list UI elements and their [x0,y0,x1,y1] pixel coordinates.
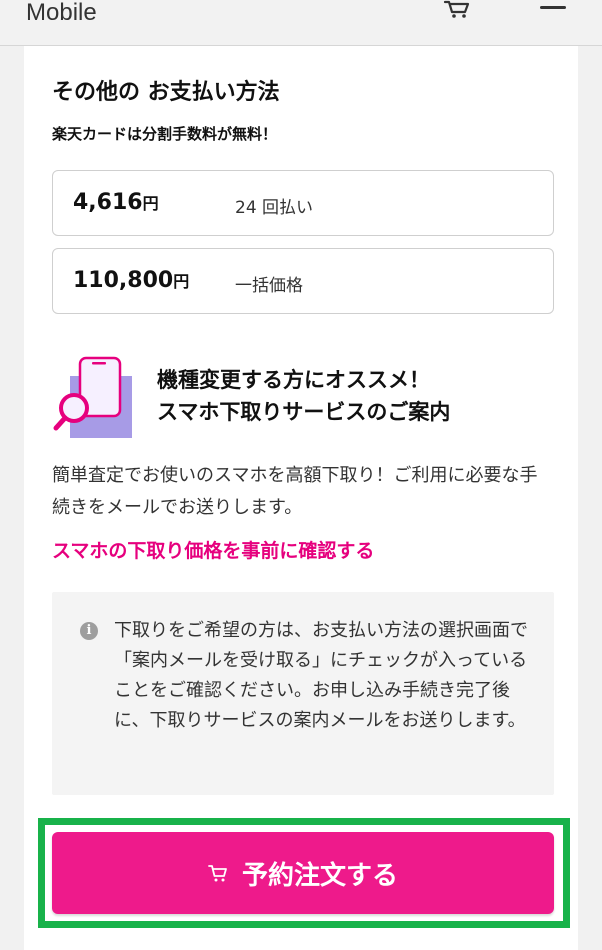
price-amount: 110,800円 [73,268,189,293]
trade-in-promo-title: 機種変更する方にオススメ！ スマホ下取りサービスのご案内 [157,364,450,428]
notice-text: 下取りをご希望の方は、お支払い方法の選択画面で「案内メールを受け取る」にチェック… [114,620,528,731]
trade-in-price-check-link[interactable]: スマホの下取り価格を事前に確認する [52,536,374,563]
lump-sum-price-option[interactable]: 110,800円 一括価格 [52,248,554,314]
price-label: 一括価格 [235,276,303,296]
phone-magnifier-illustration [53,356,132,438]
price-unit: 円 [142,194,159,213]
trade-in-notice-box: i 下取りをご希望の方は、お支払い方法の選択画面で「案内メールを受け取る」にチェ… [52,592,554,795]
promo-title-line: 機種変更する方にオススメ！ [157,368,430,392]
price-amount: 4,616円 [73,190,159,215]
price-value: 110,800 [73,268,174,293]
price-unit: 円 [173,272,190,291]
price-label: 24 回払い [235,198,314,218]
installment-price-option[interactable]: 4,616円 24 回払い [52,170,554,236]
trade-in-description: 簡単査定でお使いのスマホを高額下取り！ご利用に必要な手続きをメールでお送りします… [52,465,538,518]
preorder-button[interactable]: 予約注文する [52,832,554,914]
payment-card: その他の お支払い方法 楽天カードは分割手数料が無料！ 4,616円 24 回払… [24,46,578,950]
price-value: 4,616 [73,190,143,215]
cart-icon [208,865,227,882]
promo-title-line: スマホ下取りサービスのご案内 [157,400,451,424]
info-icon: i [80,622,98,640]
brand-logo-text[interactable]: Mobile [26,0,97,26]
section-subtitle: 楽天カードは分割手数料が無料！ [52,125,278,143]
hamburger-menu-icon[interactable] [540,6,566,9]
top-navigation-bar: Mobile [0,0,602,46]
cart-icon[interactable] [443,0,471,18]
section-title: その他の お支払い方法 [52,80,280,105]
preorder-button-label: 予約注文する [241,860,398,891]
